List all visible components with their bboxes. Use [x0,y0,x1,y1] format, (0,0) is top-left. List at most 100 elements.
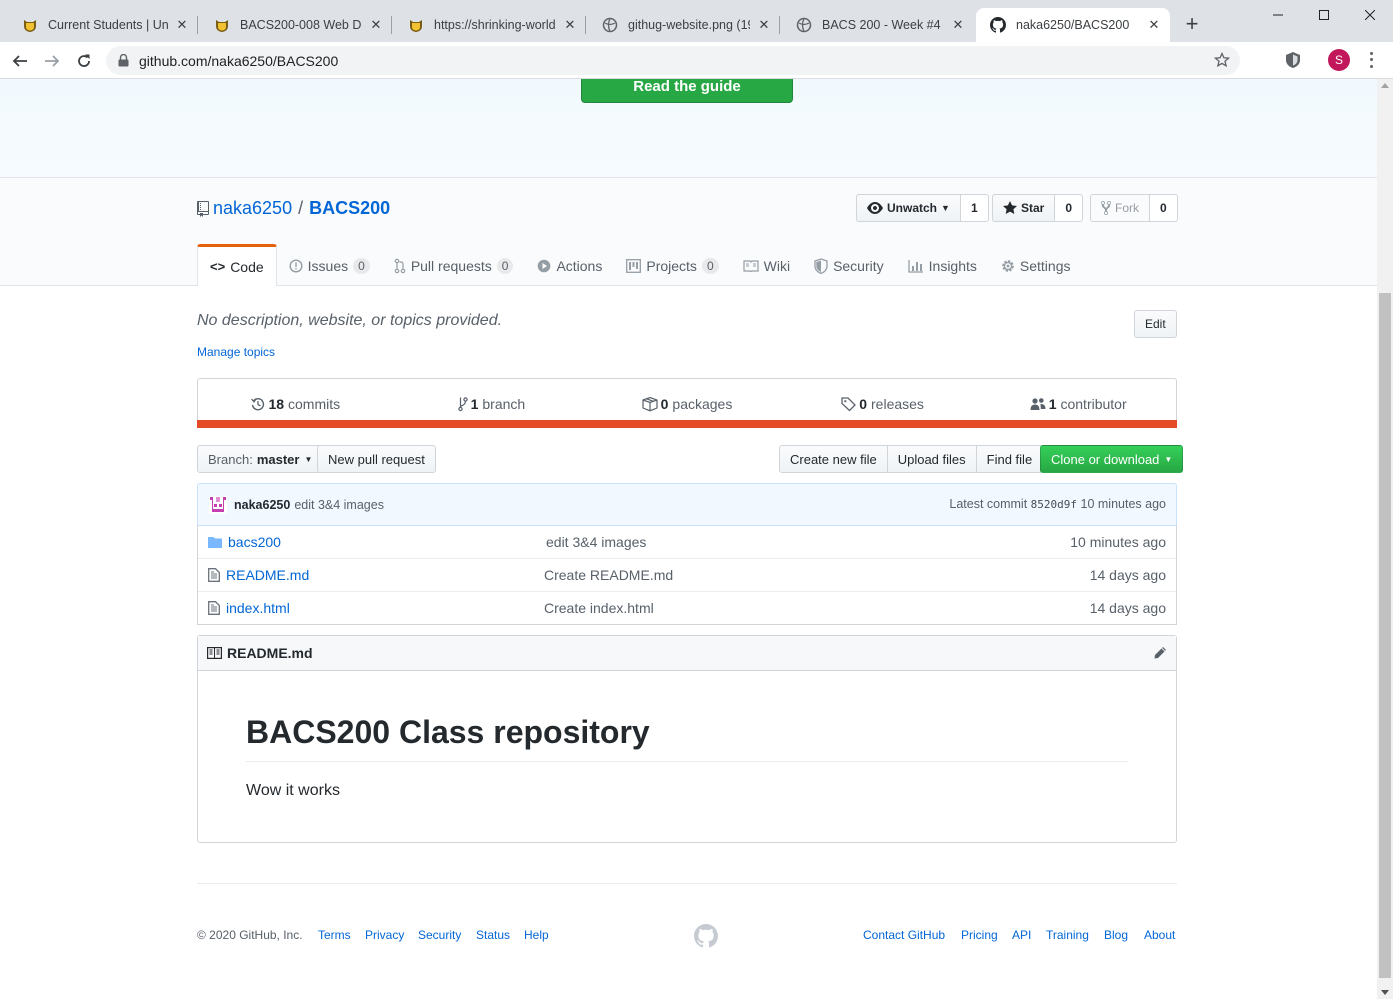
file-row[interactable]: bacs200 edit 3&4 images 10 minutes ago [198,525,1176,558]
footer-link-status[interactable]: Status [476,928,510,942]
close-icon[interactable]: ✕ [1146,17,1162,33]
tab-security[interactable]: Security [802,244,896,284]
bookmark-star-icon[interactable] [1214,52,1230,68]
branch-select-button[interactable]: Branch: master ▼ [197,445,324,473]
file-commit-message[interactable]: Create index.html [544,600,654,616]
scroll-up-arrow-icon[interactable] [1381,83,1389,88]
close-icon[interactable]: ✕ [756,17,772,33]
unwatch-button[interactable]: Unwatch ▼ [856,194,961,222]
clone-download-button[interactable]: Clone or download ▼ [1040,445,1184,473]
scroll-down-arrow-icon[interactable] [1381,990,1389,995]
shield-extension-icon[interactable] [1284,51,1302,69]
commit-author-link[interactable]: naka6250 [234,498,290,512]
language-bar[interactable] [197,420,1177,428]
file-commit-message[interactable]: edit 3&4 images [546,534,646,550]
back-button[interactable] [7,48,33,74]
repo-header: naka6250 / BACS200 Unwatch ▼ 1 Star 0 Fo… [0,178,1377,286]
project-icon [626,258,642,274]
browser-tab[interactable]: BACS200-008 Web Desig ✕ [200,8,392,42]
tab-wiki[interactable]: Wiki [731,244,802,284]
tab-pull-requests[interactable]: Pull requests 0 [382,244,526,284]
file-row[interactable]: index.html Create index.html 14 days ago [198,591,1176,624]
star-count[interactable]: 0 [1055,194,1084,222]
file-name-link[interactable]: README.md [226,567,544,583]
tab-separator [585,16,586,34]
tab-code[interactable]: <> Code [197,244,277,286]
browser-tab-active[interactable]: naka6250/BACS200 ✕ [976,8,1170,42]
watch-count[interactable]: 1 [960,194,989,222]
browser-tab[interactable]: BACS 200 - Week #4 ✕ [782,8,974,42]
page-viewport: Read the guide naka6250 / BACS200 Unwatc… [0,79,1377,999]
fork-button[interactable]: Fork [1090,194,1150,222]
close-icon[interactable]: ✕ [368,17,384,33]
releases-count: 0 [859,395,868,412]
browser-tab[interactable]: githug-website.png (192 ✕ [588,8,780,42]
file-name-link[interactable]: bacs200 [228,534,546,550]
tab-projects[interactable]: Projects 0 [614,244,730,284]
browser-menu-button[interactable] [1366,50,1376,70]
browser-tab[interactable]: Current Students | Unive ✕ [8,8,198,42]
repo-owner-link[interactable]: naka6250 [213,198,292,219]
tab-settings[interactable]: Settings [989,244,1083,284]
getting-started-banner: Read the guide [0,79,1377,178]
fork-count[interactable]: 0 [1150,194,1178,222]
scrollbar-thumb[interactable] [1379,293,1391,978]
footer-link-help[interactable]: Help [524,928,549,942]
footer-link-contact[interactable]: Contact GitHub [863,928,945,942]
forward-button[interactable] [39,48,65,74]
address-bar[interactable]: github.com/naka6250/BACS200 [106,46,1240,75]
history-icon [251,396,265,412]
new-pull-request-button[interactable]: New pull request [317,445,436,473]
window-close-button[interactable] [1347,0,1393,30]
file-row[interactable]: README.md Create README.md 14 days ago [198,558,1176,591]
profile-avatar[interactable]: S [1328,49,1350,71]
commit-message-link[interactable]: edit 3&4 images [294,498,384,512]
close-icon[interactable]: ✕ [174,17,190,33]
tab-security-label: Security [833,257,884,274]
readme-header: README.md [198,636,1176,671]
close-icon[interactable]: ✕ [562,17,578,33]
minimize-button[interactable] [1255,0,1301,30]
footer-link-privacy[interactable]: Privacy [365,928,404,942]
repo-name-link[interactable]: BACS200 [309,198,390,219]
footer-link-api[interactable]: API [1012,928,1031,942]
contributors-label: contributor [1060,395,1127,412]
footer-link-terms[interactable]: Terms [318,928,351,942]
read-guide-button[interactable]: Read the guide [581,79,793,103]
reload-button[interactable] [71,48,97,74]
star-button[interactable]: Star [992,194,1056,222]
file-actions-group: Create new file Upload files Find file [779,445,1044,473]
tab-insights[interactable]: Insights [896,244,989,284]
file-name-link[interactable]: index.html [226,600,544,616]
create-new-file-button[interactable]: Create new file [779,445,888,473]
tab-settings-label: Settings [1019,257,1071,274]
repo-description: No description, website, or topics provi… [197,312,503,329]
pencil-icon[interactable] [1153,646,1167,660]
maximize-button[interactable] [1301,0,1347,30]
upload-files-button[interactable]: Upload files [886,445,977,473]
footer-link-security[interactable]: Security [418,928,461,942]
user-avatar[interactable] [209,495,227,514]
manage-topics-link[interactable]: Manage topics [197,345,275,359]
tab-title: BACS200-008 Web Desig [240,18,362,32]
edit-description-button[interactable]: Edit [1134,310,1177,338]
tab-issues[interactable]: Issues 0 [277,244,382,284]
issue-icon [289,258,303,274]
close-icon[interactable]: ✕ [950,17,966,33]
tab-actions[interactable]: Actions [525,244,614,284]
commit-sha-link[interactable]: 8520d9f [1031,498,1077,511]
footer-link-about[interactable]: About [1144,928,1175,942]
url-text: github.com/naka6250/BACS200 [139,52,339,69]
find-file-button[interactable]: Find file [975,445,1044,473]
file-age: 14 days ago [1089,600,1166,616]
footer-link-pricing[interactable]: Pricing [961,928,998,942]
file-commit-message[interactable]: Create README.md [544,567,673,583]
new-tab-button[interactable]: + [1180,11,1204,36]
footer-link-blog[interactable]: Blog [1104,928,1128,942]
footer-link-training[interactable]: Training [1046,928,1089,942]
browser-tab[interactable]: https://shrinking-world.c ✕ [394,8,586,42]
page-scrollbar[interactable] [1377,79,1393,999]
github-mark-icon[interactable] [694,924,718,948]
star-group: Star 0 [992,194,1084,222]
readme-box: README.md BACS200 Class repository Wow i… [197,635,1177,843]
